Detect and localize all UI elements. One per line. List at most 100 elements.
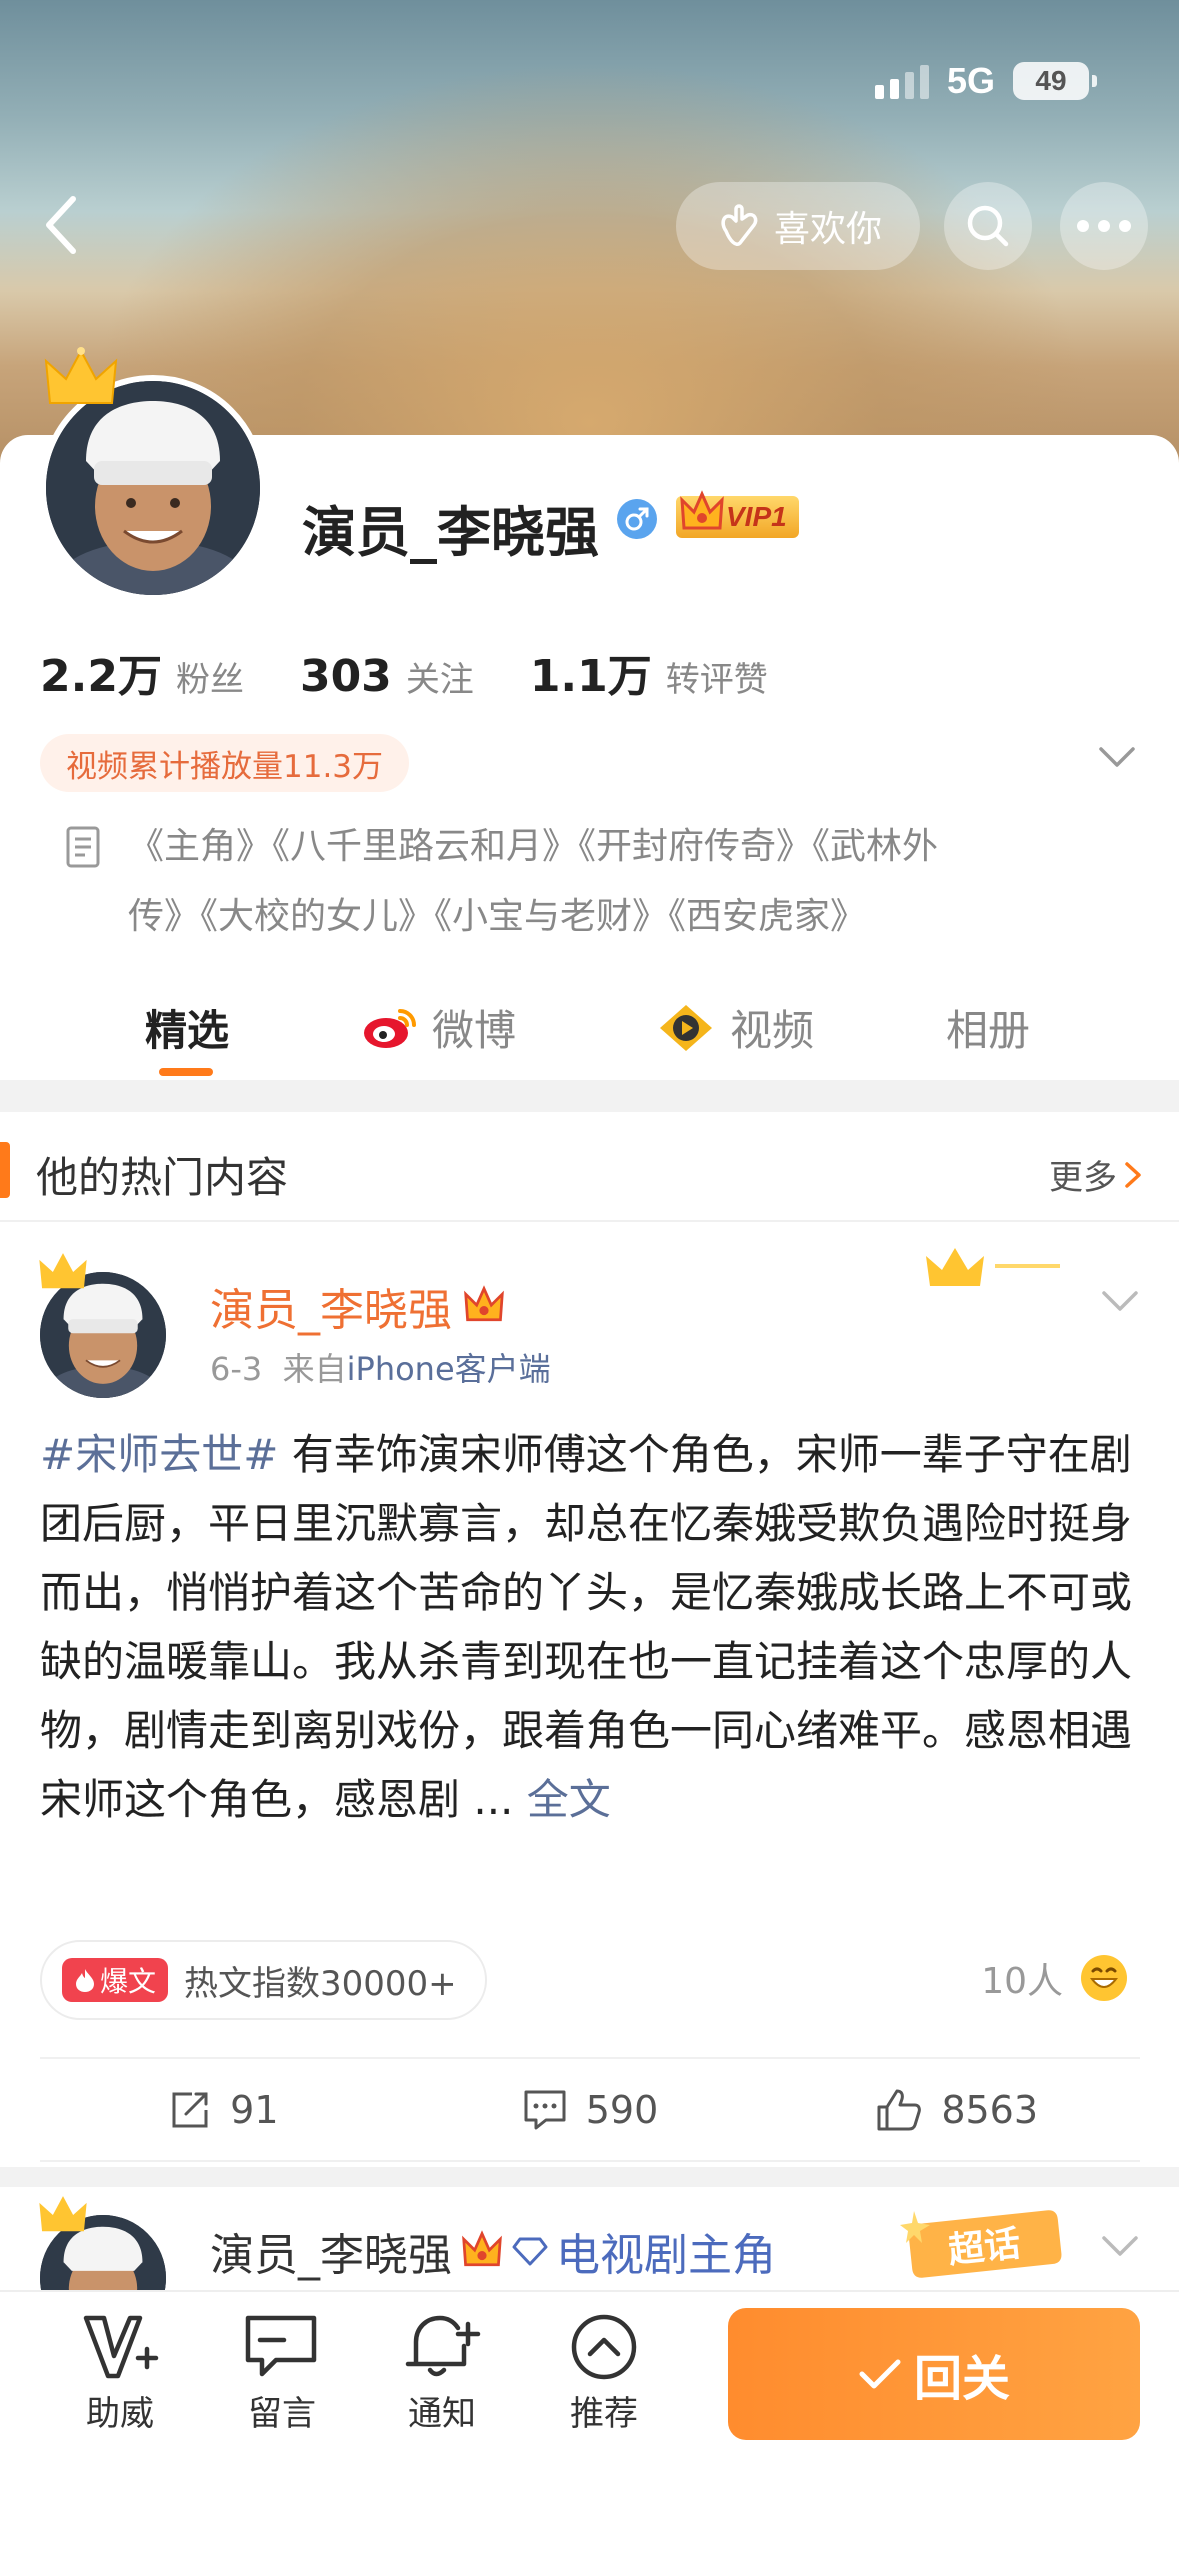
repost-button[interactable]: 91: [40, 2059, 407, 2160]
chevron-down-icon: [1102, 1291, 1138, 1311]
more-link[interactable]: 更多: [1049, 1150, 1143, 1199]
nav-recommend[interactable]: 推荐: [534, 2312, 674, 2435]
profile-stats: 2.2万 粉丝 303 关注 1.1万 转评赞: [40, 640, 824, 704]
works-line-2: 传》《大校的女儿》《小宝与老财》《西安虎家》: [128, 896, 867, 937]
grin-emoji-icon: [1081, 1955, 1127, 2001]
post-divider: [0, 2167, 1179, 2187]
vip-crown-icon: [680, 490, 724, 530]
post-author-name: 演员_李晓强: [210, 1285, 452, 1336]
author-role: 电视剧主角: [556, 2230, 776, 2281]
post-from: 来自: [282, 1350, 347, 1388]
post-card-preview[interactable]: 演员_李晓强 电视剧主角 超话: [0, 2167, 1179, 2341]
tab-weibo[interactable]: 微博: [362, 997, 516, 1058]
post-body: 守在剧团后厨，平日里沉默寡言，却总在忆秦娥受欺负遇险时挺身而出，悄悄护着这个苦命…: [40, 1430, 1133, 1824]
circle-chevron-up-icon: [571, 2314, 637, 2380]
post-meta: 6-3 来自iPhone客户端: [210, 1344, 551, 1390]
nav-label: 通知: [408, 2394, 476, 2434]
stat-interactions[interactable]: 1.1万 转评赞: [530, 640, 768, 704]
vip-badge[interactable]: VIP1: [676, 490, 799, 538]
stat-followers[interactable]: 2.2万 粉丝: [40, 640, 244, 704]
stat-value: 2.2万: [40, 651, 162, 702]
video-play-icon: [660, 1004, 712, 1051]
active-tab-indicator: [159, 1068, 213, 1076]
post-menu-button[interactable]: [1100, 1288, 1140, 1318]
readers-label: 10人: [981, 1961, 1063, 2002]
works-list: 《主角》《八千里路云和月》《开封府传奇》《武林外 传》《大校的女儿》《小宝与老财…: [64, 812, 1114, 952]
more-options-button[interactable]: [1060, 182, 1148, 270]
bottom-navigation: 助威 留言 通知 推荐 回关: [0, 2290, 1179, 2556]
heart-hand-icon: [721, 204, 758, 246]
post-source[interactable]: iPhone客户端: [347, 1350, 551, 1388]
hot-content-title: 他的热门内容: [36, 1153, 289, 1202]
readers-count[interactable]: 10人: [981, 1952, 1129, 2004]
thumbs-up-icon: [877, 2089, 922, 2130]
like-you-label: 喜欢你: [773, 209, 882, 250]
network-label: 5G: [946, 60, 995, 101]
nav-label: 推荐: [570, 2394, 638, 2434]
section-divider: [0, 1080, 1179, 1112]
stat-value: 1.1万: [529, 651, 652, 702]
tab-label: 精选: [145, 1006, 230, 1055]
section-accent-bar: [0, 1142, 10, 1198]
tab-album[interactable]: 相册: [946, 997, 1030, 1058]
hot-tag-label: 爆文: [100, 1965, 157, 1998]
cheer-v-plus-icon: [83, 2315, 159, 2379]
tab-label: 相册: [946, 1006, 1031, 1055]
stat-label: 关注: [405, 660, 474, 700]
repost-count: 91: [230, 2087, 279, 2132]
post-text: #宋师去世# 有幸饰演宋师傅这个角色，宋师一辈子守在剧团后厨，平日里沉默寡言，却…: [40, 1420, 1140, 1834]
stat-following[interactable]: 303 关注: [300, 651, 474, 702]
follow-back-label: 回关: [913, 2351, 1010, 2407]
post-body-line1: 有幸饰演宋师傅这个角色，宋师一辈子: [278, 1430, 1006, 1479]
nav-notify[interactable]: 通知: [372, 2312, 512, 2435]
fire-icon: [76, 1969, 94, 1992]
super-topic-badge[interactable]: 超话: [900, 2207, 1070, 2287]
message-bubble-icon: [245, 2315, 317, 2377]
male-gender-icon: [617, 499, 657, 539]
post-author[interactable]: 演员_李晓强: [210, 1274, 506, 1338]
comment-icon: [524, 2090, 566, 2129]
post-topic-link[interactable]: #宋师去世#: [40, 1430, 278, 1479]
tab-label: 视频: [730, 1006, 815, 1055]
battery-icon: 49: [1013, 62, 1097, 100]
hot-tag: 爆文: [62, 1958, 169, 2002]
video-views-badge[interactable]: 视频累计播放量11.3万: [40, 734, 410, 792]
status-bar: 5G 49: [874, 60, 1097, 102]
back-button[interactable]: [26, 190, 96, 260]
super-topic-label: 超话: [946, 2223, 1022, 2271]
nav-cheer[interactable]: 助威: [50, 2312, 190, 2435]
nav-label: 留言: [248, 2394, 316, 2434]
post-avatar-wrap[interactable]: [39, 1253, 166, 1398]
search-button[interactable]: [944, 182, 1032, 270]
hot-content-header: 他的热门内容 更多: [0, 1112, 1179, 1222]
post-author-name: 演员_李晓强: [210, 2230, 452, 2281]
signal-icon: [874, 63, 929, 99]
expand-profile-button[interactable]: [1097, 744, 1137, 774]
like-button[interactable]: 8563: [773, 2059, 1140, 2160]
stat-value: 303: [299, 651, 392, 702]
tab-label: 微博: [432, 1006, 517, 1055]
full-text-link[interactable]: 全文: [527, 1775, 611, 1824]
comment-button[interactable]: 590: [407, 2059, 774, 2160]
weibo-icon: [364, 1008, 416, 1048]
crown-icon: [39, 1253, 87, 1289]
post-menu-button[interactable]: [1100, 2233, 1140, 2263]
profile-avatar-wrap[interactable]: [40, 347, 266, 601]
post-card[interactable]: 演员_李晓强 6-3 来自iPhone客户端 #宋师去世# 有幸饰演宋师傅这个角…: [0, 1222, 1179, 2167]
stat-label: 转评赞: [665, 660, 768, 700]
crown-icon: [39, 2196, 87, 2232]
chevron-down-icon: [1099, 747, 1135, 767]
follow-back-button[interactable]: 回关: [728, 2308, 1140, 2440]
profile-tabs: 精选 微博 视频 相册: [0, 985, 1179, 1080]
nav-message[interactable]: 留言: [212, 2312, 352, 2435]
document-icon: [66, 826, 100, 868]
hot-index-badge[interactable]: 爆文 热文指数30000+: [40, 1940, 487, 2020]
chevron-right-icon: [1125, 1161, 1141, 1188]
like-you-button[interactable]: 喜欢你: [676, 182, 920, 270]
tab-featured[interactable]: 精选: [145, 997, 229, 1058]
tab-video[interactable]: 视频: [656, 997, 814, 1058]
more-dots-icon: [1077, 220, 1131, 232]
search-icon: [967, 205, 1009, 247]
post-author[interactable]: 演员_李晓强 电视剧主角: [210, 2219, 776, 2283]
chevron-down-icon: [1102, 2236, 1138, 2256]
